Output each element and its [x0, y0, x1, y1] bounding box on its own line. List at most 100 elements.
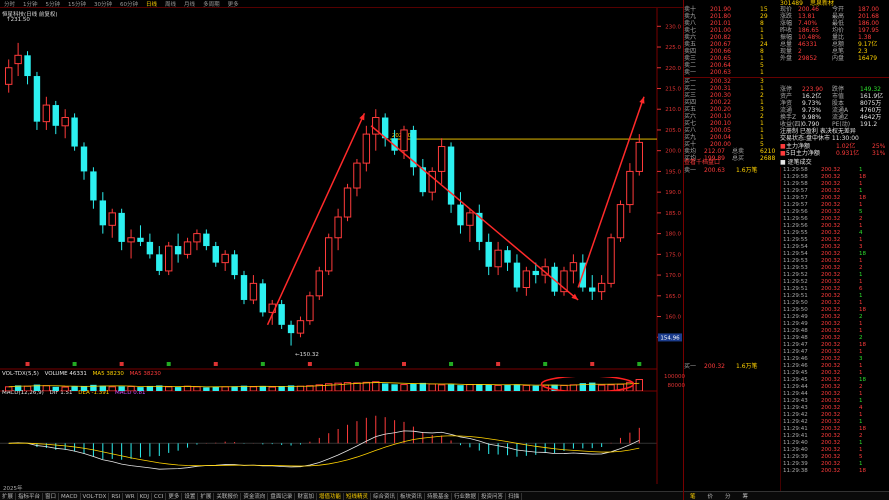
tick-price: 200.32: [821, 181, 841, 187]
info-tab-12[interactable]: 扫描: [506, 493, 523, 500]
tab-period-10[interactable]: 更多: [224, 1, 243, 7]
indicator-tab-0[interactable]: 扩展: [0, 493, 17, 500]
volume-bar: [108, 386, 116, 391]
panel-tab-1[interactable]: 价: [702, 493, 720, 500]
stat-label-2: 总笔: [832, 48, 845, 55]
tick-volume: 2: [859, 384, 863, 390]
volume-bar: [127, 386, 135, 391]
tick-time: 11:29:39: [783, 454, 808, 460]
tick-row: 11:29:44 200.32 2: [781, 384, 889, 391]
tick-price: 200.32: [821, 412, 841, 418]
lower-ask-label: 卖一: [684, 167, 697, 174]
tab-period-9[interactable]: 多周期: [199, 1, 224, 7]
tick-time: 11:29:48: [783, 328, 808, 334]
tick-row: 11:29:56 200.32 1: [781, 223, 889, 230]
info-tab-7[interactable]: 综合资讯: [371, 493, 398, 500]
tab-period-0[interactable]: 分时: [0, 1, 19, 7]
candle-body: [616, 204, 625, 239]
tab-period-6[interactable]: 日线: [142, 1, 161, 7]
low-price-mark: ←150.32: [295, 352, 319, 358]
volume-bar: [522, 384, 531, 391]
stat2-value: 16.2亿: [802, 93, 822, 100]
candle-body: [99, 200, 107, 226]
stat2-label-2: 流通A: [832, 107, 849, 114]
ticks-header[interactable]: 查看千档盘口 ■ 逐笔成交: [684, 159, 889, 166]
indicator-tab-1[interactable]: 指标平台: [16, 493, 44, 500]
tick-volume: 1: [859, 167, 863, 173]
bid-volume: 3: [760, 106, 764, 113]
capital-flow-row[interactable]: ■ 5日主力净额 0.931亿 31%: [780, 150, 889, 157]
indicator-tab-9[interactable]: 更多: [166, 493, 183, 500]
candle-body: [569, 262, 578, 272]
macd-pane[interactable]: [0, 396, 683, 484]
indicator-tab-3[interactable]: MACD: [59, 493, 81, 500]
tab-period-2[interactable]: 5分钟: [42, 1, 65, 7]
candle-body: [24, 55, 31, 77]
info-tab-2[interactable]: 资金流向: [241, 493, 269, 500]
indicator-tab-6[interactable]: WR: [123, 493, 138, 500]
volume-bar: [597, 384, 606, 391]
candle-body: [362, 133, 371, 164]
ask-row[interactable]: 卖一 200.63 1: [684, 69, 889, 76]
tab-period-3[interactable]: 15分钟: [64, 1, 90, 7]
tick-list[interactable]: 11:29:58 200.32 1 11:29:58 200.32 18 11:29:58 2…: [780, 167, 889, 491]
tick-time: 11:29:51: [783, 293, 808, 299]
tick-price: 200.32: [821, 335, 841, 341]
bid-label: 买九: [684, 134, 697, 141]
indicator-tab-10[interactable]: 设置: [182, 493, 199, 500]
tick-price: 200.32: [821, 461, 841, 467]
tab-period-5[interactable]: 60分钟: [116, 1, 142, 7]
tick-volume: 1: [859, 279, 863, 285]
bid-price: 200.31: [710, 85, 731, 92]
flow-value: 1.02亿: [836, 143, 856, 150]
tick-row: 11:29:53 200.32 2: [781, 265, 889, 272]
info-tab-11[interactable]: 投资问答: [479, 493, 507, 500]
volume-pane[interactable]: [0, 377, 683, 391]
tab-period-1[interactable]: 1分钟: [19, 1, 42, 7]
volume-bar: [410, 383, 417, 391]
volume-bar: [193, 386, 201, 391]
tick-row: 11:29:44 200.32 1: [781, 391, 889, 398]
info-tab-5[interactable]: 增值功能: [317, 493, 344, 500]
indicator-tab-5[interactable]: RSI: [109, 493, 124, 500]
indicator-tab-2[interactable]: 窗口: [43, 493, 60, 500]
volume-bar: [183, 385, 192, 391]
info-tab-8[interactable]: 板块资讯: [398, 493, 426, 500]
candle-body: [513, 262, 521, 288]
panel-tab-3[interactable]: 筹: [737, 493, 755, 500]
volume-bar: [99, 385, 107, 391]
volume-bar: [447, 384, 455, 391]
price-axis-label: 185.0: [665, 211, 681, 217]
tab-period-8[interactable]: 月线: [180, 1, 199, 7]
candle-body: [42, 104, 51, 123]
indicator-tab-4[interactable]: VOL-TDX: [81, 493, 110, 500]
volume-bar: [391, 384, 398, 391]
panel-tab-0[interactable]: 笔: [684, 493, 702, 500]
ask-label: 卖八: [684, 20, 697, 27]
tab-period-7[interactable]: 周线: [161, 1, 180, 7]
stat-value: 200.46: [798, 6, 819, 13]
order-book-link[interactable]: 查看千档盘口: [684, 159, 720, 166]
bid-volume: 1: [760, 99, 764, 106]
info-tab-3[interactable]: 盘面记录: [268, 493, 296, 500]
volume-bar: [381, 383, 389, 391]
info-tab-10[interactable]: 行业数据: [452, 493, 480, 500]
volume-bar: [118, 386, 125, 391]
candle-body: [626, 170, 634, 206]
info-tab-4[interactable]: 财富加: [295, 493, 317, 500]
tick-time: 11:29:55: [783, 230, 808, 236]
indicator-tab-7[interactable]: KDJ: [138, 493, 153, 500]
info-tab-9[interactable]: 持股基金: [425, 493, 453, 500]
volume-bar: [532, 385, 539, 391]
stat-label: 外盘: [780, 55, 793, 62]
info-tab-1[interactable]: 关联报价: [214, 493, 242, 500]
date-axis: 2025年: [0, 484, 683, 492]
tab-period-4[interactable]: 30分钟: [90, 1, 116, 7]
indicator-tab-8[interactable]: CCI: [152, 493, 167, 500]
info-tab-6[interactable]: 短线精灵: [344, 493, 371, 500]
bid-price: 200.10: [710, 120, 731, 127]
volume-bar: [476, 384, 483, 391]
tick-price: 200.32: [821, 244, 841, 250]
info-tab-0[interactable]: 扩展: [198, 493, 215, 500]
panel-tab-2[interactable]: 分: [719, 493, 737, 500]
